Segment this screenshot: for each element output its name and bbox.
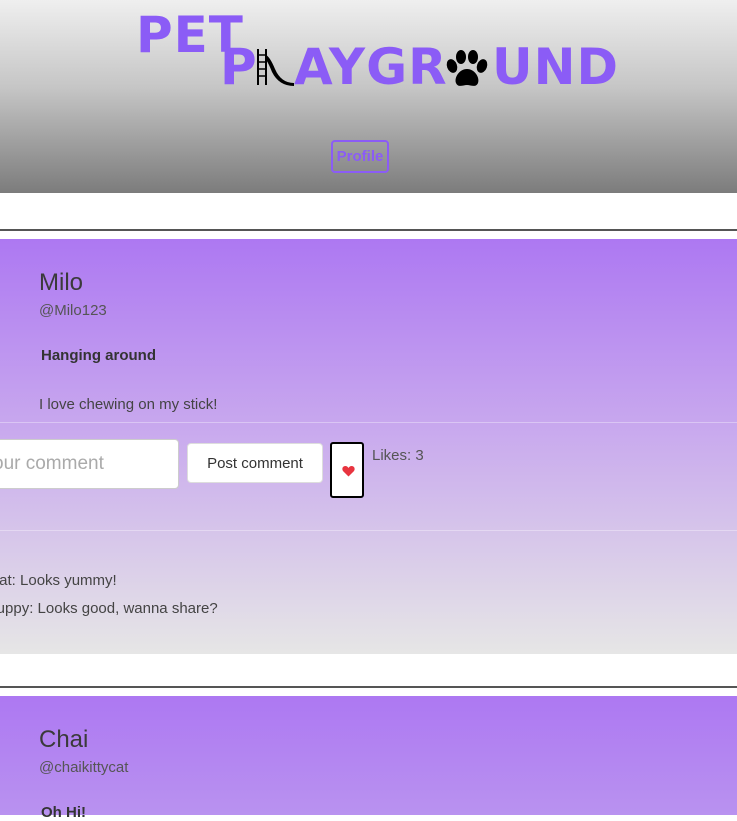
post-body: I love chewing on my stick! (39, 396, 218, 413)
post-card: Chai @chaikittycat Oh Hi! (0, 696, 737, 821)
logo-text-aygr: AYGR (294, 38, 448, 96)
post-author-handle: @chaikittycat (39, 759, 129, 776)
post-title: Oh Hi! (41, 804, 86, 821)
post-title: Hanging around (41, 347, 156, 364)
header: PET P AYGR UND Profile (0, 0, 737, 193)
comment-item: tycat: Looks yummy! (0, 572, 117, 589)
post-author-name: Chai (39, 726, 89, 753)
section-divider (0, 530, 737, 531)
post-comment-button[interactable]: Post comment (187, 443, 323, 483)
section-divider (0, 422, 737, 423)
profile-button[interactable]: Profile (331, 140, 389, 173)
like-button[interactable] (330, 442, 364, 498)
likes-count: Likes: 3 (372, 447, 424, 464)
heart-icon (342, 466, 355, 477)
slide-icon (257, 49, 294, 86)
divider (0, 229, 737, 231)
post-author-name: Milo (39, 269, 84, 296)
logo-text-p: P (220, 38, 258, 96)
post-card: Milo @Milo123 Hanging around I love chew… (0, 239, 737, 654)
comment-item: apuppy: Looks good, wanna share? (0, 600, 218, 617)
post-author-handle: @Milo123 (39, 302, 107, 319)
logo-text-und: UND (492, 38, 619, 96)
divider (0, 686, 737, 688)
paw-icon (446, 50, 488, 86)
comment-input[interactable] (0, 439, 179, 489)
